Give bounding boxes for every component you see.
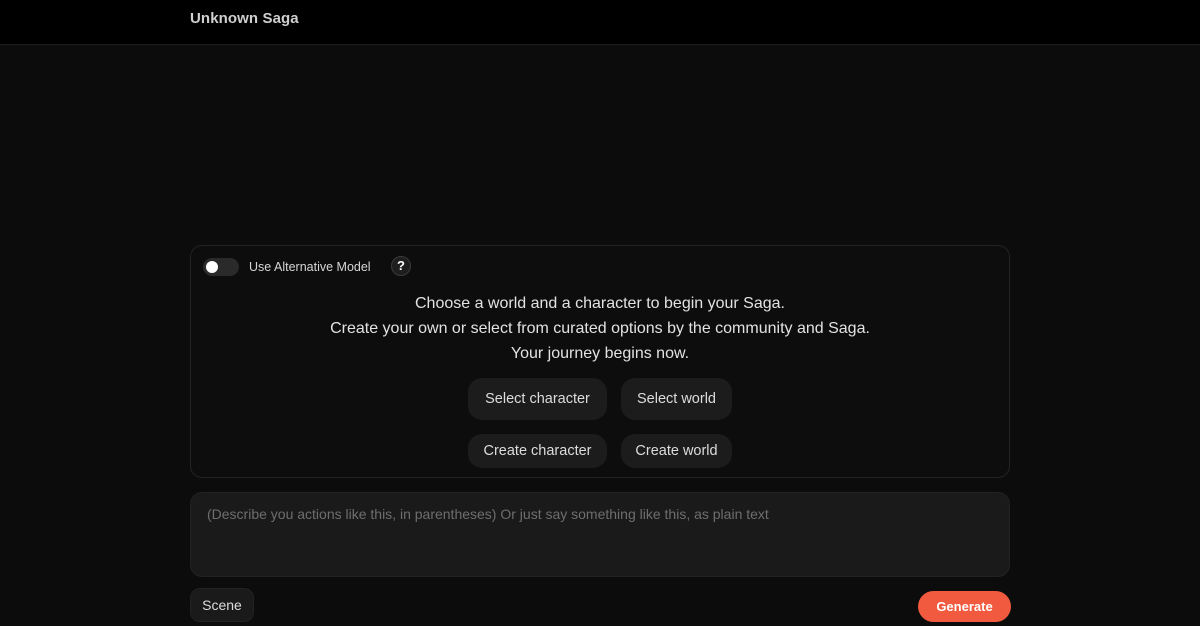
start-panel: Use Alternative Model ? Choose a world a… (190, 245, 1010, 478)
question-mark-icon[interactable]: ? (391, 256, 411, 276)
alternative-model-label: Use Alternative Model (249, 260, 371, 274)
intro-line-1: Choose a world and a character to begin … (414, 295, 785, 312)
create-world-button[interactable]: Create world (621, 434, 732, 468)
generate-button[interactable]: Generate (918, 591, 1011, 622)
scene-button[interactable]: Scene (190, 588, 254, 622)
prompt-box (190, 492, 1010, 577)
app-title[interactable]: Unknown Saga (190, 10, 299, 27)
select-character-button[interactable]: Select character (468, 378, 607, 420)
alternative-model-toggle[interactable] (203, 258, 239, 276)
action-input[interactable] (191, 493, 1009, 576)
select-world-button[interactable]: Select world (621, 378, 732, 420)
toggle-knob (206, 261, 218, 273)
intro-line-2: Create your own or select from curated o… (330, 320, 870, 337)
create-character-button[interactable]: Create character (468, 434, 607, 468)
intro-line-3: Your journey begins now. (510, 345, 690, 362)
intro-text: Choose a world and a character to begin … (191, 291, 1009, 366)
top-bar: Unknown Saga (0, 0, 1200, 45)
